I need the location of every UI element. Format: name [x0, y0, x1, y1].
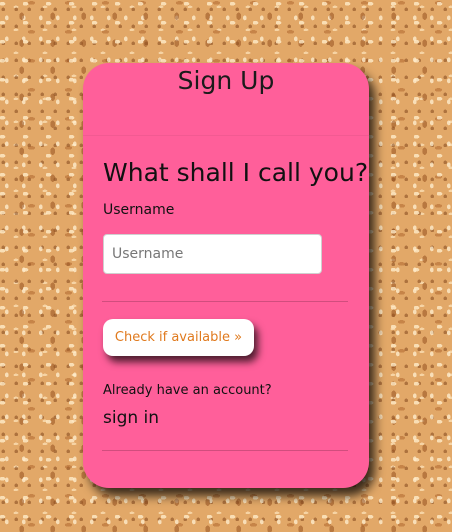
divider: [102, 301, 348, 302]
already-have-account-text: Already have an account?: [103, 383, 272, 398]
page-heading: What shall I call you?: [103, 158, 369, 187]
sign-in-link[interactable]: sign in: [103, 408, 159, 428]
check-availability-button[interactable]: Check if available »: [103, 319, 254, 356]
username-input[interactable]: [103, 234, 322, 274]
signup-card: Sign Up What shall I call you? Username …: [83, 63, 369, 488]
divider: [102, 450, 348, 451]
username-label: Username: [103, 202, 175, 218]
card-header: Sign Up: [83, 63, 369, 136]
card-title: Sign Up: [177, 66, 275, 95]
